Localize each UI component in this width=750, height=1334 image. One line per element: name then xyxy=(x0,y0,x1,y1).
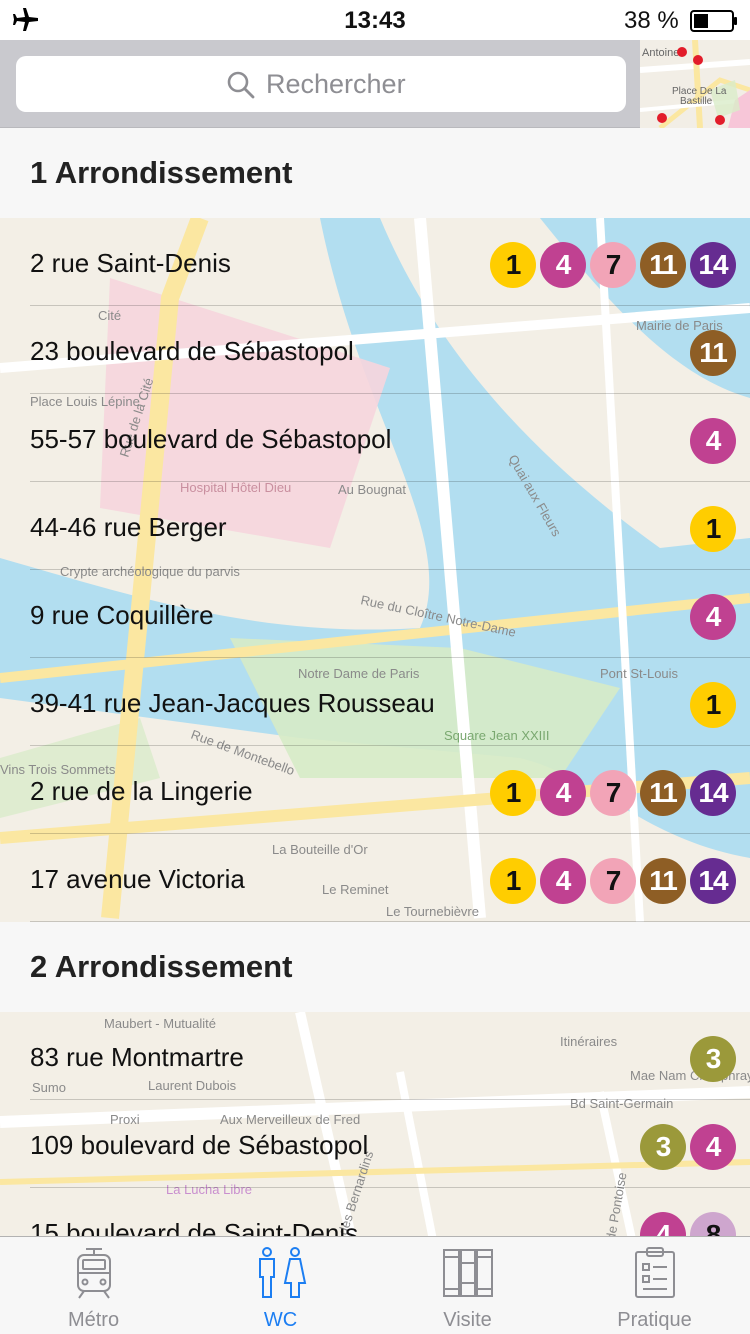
metro-line-badge: 4 xyxy=(690,1124,736,1170)
metro-line-badge: 8 xyxy=(690,1212,736,1236)
metro-line-badge: 1 xyxy=(490,770,536,816)
battery-percentage: 38 % xyxy=(624,7,679,34)
address-label: 9 rue Coquillère xyxy=(30,600,214,630)
section-header: 2 Arrondissement xyxy=(0,922,750,1012)
section-header: 1 Arrondissement xyxy=(0,128,750,218)
metro-train-icon xyxy=(76,1248,111,1299)
search-header: Antoine Place De La Bastille xyxy=(0,40,750,128)
clipboard-icon xyxy=(634,1247,675,1298)
list-item[interactable]: 17 avenue Victoria 1 4 7 11 14 xyxy=(0,834,750,922)
map-pin-icon xyxy=(715,115,725,125)
metro-lines: 1 xyxy=(690,506,736,552)
metro-line-badge: 7 xyxy=(590,858,636,904)
metro-lines: 11 xyxy=(690,330,736,376)
metro-line-badge: 14 xyxy=(690,242,736,288)
metro-line-badge: 4 xyxy=(540,770,586,816)
search-input[interactable] xyxy=(266,66,606,102)
address-label: 83 rue Montmartre xyxy=(30,1042,244,1072)
section-title: 1 Arrondissement xyxy=(30,155,293,190)
address-label: 55-57 boulevard de Sébastopol xyxy=(30,424,392,454)
metro-lines: 4 xyxy=(690,418,736,464)
restroom-icon xyxy=(258,1247,306,1298)
metro-lines: 1 4 7 11 14 xyxy=(490,242,736,288)
section-body: Cité Place Louis Lépine Rue de la Cité H… xyxy=(0,218,750,922)
metro-lines: 1 xyxy=(690,682,736,728)
metro-line-badge: 7 xyxy=(590,770,636,816)
wc-list[interactable]: 1 Arrondissement Cité Place Louis Lépine… xyxy=(0,128,750,1236)
list-item[interactable]: 55-57 boulevard de Sébastopol 4 xyxy=(0,394,750,482)
map-thumb-label: Bastille xyxy=(680,96,713,107)
metro-line-badge: 7 xyxy=(590,242,636,288)
address-label: 17 avenue Victoria xyxy=(30,864,245,894)
list-item[interactable]: 39-41 rue Jean-Jacques Rousseau 1 xyxy=(0,658,750,746)
metro-line-badge: 11 xyxy=(690,330,736,376)
search-field[interactable] xyxy=(16,56,626,112)
map-thumbnail-image: Antoine Place De La Bastille xyxy=(640,40,750,128)
metro-lines: 48 xyxy=(640,1212,736,1236)
metro-line-badge: 4 xyxy=(540,858,586,904)
list-item[interactable]: 2 rue Saint-Denis 1 4 7 11 14 xyxy=(0,218,750,306)
tab-label: WC xyxy=(263,1309,298,1331)
address-label: 2 rue Saint-Denis xyxy=(30,248,231,278)
map-pin-icon xyxy=(677,47,687,57)
metro-line-badge: 3 xyxy=(640,1124,686,1170)
metro-line-badge: 14 xyxy=(690,858,736,904)
address-label: 2 rue de la Lingerie xyxy=(30,776,253,806)
map-pin-icon xyxy=(657,113,667,123)
battery-icon xyxy=(690,10,737,32)
address-label: 15 boulevard de Saint-Denis xyxy=(30,1218,359,1236)
list-item[interactable]: 109 boulevard de Sébastopol 3 4 xyxy=(0,1100,750,1188)
metro-line-badge: 1 xyxy=(490,858,536,904)
address-label: 109 boulevard de Sébastopol xyxy=(30,1130,369,1160)
metro-line-badge: 14 xyxy=(690,770,736,816)
metro-lines: 34 xyxy=(640,1124,736,1170)
list-item[interactable]: 44-46 rue Berger 1 xyxy=(0,482,750,570)
list-item[interactable]: 2 rue de la Lingerie 1 4 7 11 14 xyxy=(0,746,750,834)
address-label: 44-46 rue Berger xyxy=(30,512,227,542)
metro-line-badge: 4 xyxy=(690,418,736,464)
address-label: 23 boulevard de Sébastopol xyxy=(30,336,354,366)
list-item[interactable]: 23 boulevard de Sébastopol 11 xyxy=(0,306,750,394)
section-title: 2 Arrondissement xyxy=(30,949,293,984)
map-thumb-label: Antoine xyxy=(642,47,679,59)
map-thumbnail-button[interactable]: Antoine Place De La Bastille xyxy=(640,40,750,128)
list-item[interactable]: 15 boulevard de Saint-Denis 4 8 xyxy=(0,1188,750,1236)
tab-visite[interactable]: Visite xyxy=(374,1237,561,1334)
map-pin-icon xyxy=(693,55,703,65)
tab-label: Visite xyxy=(443,1309,492,1331)
tab-metro[interactable]: Métro xyxy=(0,1237,187,1334)
metro-line-badge: 4 xyxy=(690,594,736,640)
metro-line-badge: 11 xyxy=(640,770,686,816)
address-label: 39-41 rue Jean-Jacques Rousseau xyxy=(30,688,435,718)
tab-pratique[interactable]: Pratique xyxy=(561,1237,748,1334)
metro-lines: 4 xyxy=(690,594,736,640)
metro-line-badge: 11 xyxy=(640,858,686,904)
metro-line-badge: 1 xyxy=(490,242,536,288)
tab-label: Métro xyxy=(67,1309,120,1331)
list-item[interactable]: 83 rue Montmartre 3 xyxy=(0,1012,750,1100)
metro-lines: 3 xyxy=(690,1036,736,1082)
status-bar: 13:43 38 % xyxy=(0,0,750,40)
section-body: Maubert - Mutualité Sumo Laurent Dubois … xyxy=(0,1012,750,1236)
books-icon xyxy=(442,1249,493,1297)
tab-bar: Métro WC Visite Pratique xyxy=(0,1236,750,1334)
tab-wc[interactable]: WC xyxy=(187,1237,374,1334)
tab-label: Pratique xyxy=(617,1309,692,1331)
list-item[interactable]: 9 rue Coquillère 4 xyxy=(0,570,750,658)
metro-lines: 1 4 7 11 14 xyxy=(490,770,736,816)
metro-line-badge: 4 xyxy=(640,1212,686,1236)
metro-lines: 1 4 7 11 14 xyxy=(490,858,736,904)
metro-line-badge: 1 xyxy=(690,506,736,552)
metro-line-badge: 3 xyxy=(690,1036,736,1082)
metro-line-badge: 1 xyxy=(690,682,736,728)
search-icon xyxy=(227,71,255,99)
metro-line-badge: 11 xyxy=(640,242,686,288)
metro-line-badge: 4 xyxy=(540,242,586,288)
